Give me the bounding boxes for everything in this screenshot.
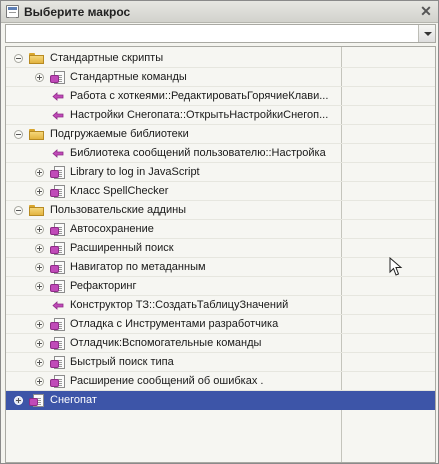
expand-icon[interactable] (35, 377, 44, 386)
tree-item-label: Расширение сообщений об ошибках . (70, 375, 264, 387)
script-command-icon (50, 374, 66, 389)
script-command-icon (50, 336, 66, 351)
tree-item-label: Стандартные скрипты (50, 52, 164, 64)
expand-icon[interactable] (35, 225, 44, 234)
tree-item-row[interactable]: Отладчик:Вспомогательные команды (6, 334, 435, 353)
dialog-icon (6, 5, 19, 18)
tree-item-row[interactable]: Стандартные команды (6, 68, 435, 87)
script-command-icon (50, 165, 66, 180)
tree-item-row[interactable]: Рефакторинг (6, 277, 435, 296)
collapse-icon[interactable] (14, 206, 23, 215)
collapse-icon[interactable] (14, 130, 23, 139)
folder-icon (29, 129, 45, 140)
script-command-icon (50, 317, 66, 332)
tree-item-row[interactable]: Быстрый поиск типа (6, 353, 435, 372)
collapse-icon[interactable] (14, 54, 23, 63)
expand-icon[interactable] (35, 358, 44, 367)
tree-item-row[interactable]: Расширение сообщений об ошибках . (6, 372, 435, 391)
tree-item-label: Расширенный поиск (70, 242, 174, 254)
expand-icon[interactable] (35, 73, 44, 82)
tree-item-label: Настройки Снегопата::ОткрытьНастройкиСне… (70, 109, 329, 121)
tree-item-label: Стандартные команды (70, 71, 187, 83)
tree-item-row[interactable]: Настройки Снегопата::ОткрытьНастройкиСне… (6, 106, 435, 125)
script-command-icon (29, 393, 45, 408)
title-bar[interactable]: Выберите макрос ✕ (1, 1, 438, 23)
expand-icon[interactable] (14, 396, 23, 405)
script-command-icon (50, 279, 66, 294)
dialog-title: Выберите макрос (24, 5, 131, 19)
tree-item-label: Пользовательские аддины (50, 204, 187, 216)
tree-item-row[interactable]: Отладка с Инструментами разработчика (6, 315, 435, 334)
tree-item-label: Library to log in JavaScript (70, 166, 200, 178)
script-command-icon (50, 260, 66, 275)
folder-icon (29, 205, 45, 216)
macro-icon (50, 146, 66, 161)
macro-icon (50, 298, 66, 313)
expand-icon[interactable] (35, 244, 44, 253)
macro-tree[interactable]: Стандартные скрипты Стандартные команды Ра… (5, 46, 436, 463)
expand-icon[interactable] (35, 339, 44, 348)
tree-item-label: Подгружаемые библиотеки (50, 128, 189, 140)
tree-item-label: Класс SpellChecker (70, 185, 169, 197)
tree-item-row[interactable]: Снегопат (6, 391, 435, 410)
tree-item-label: Конструктор ТЗ::СоздатьТаблицуЗначений (70, 299, 289, 311)
tree-item-row[interactable]: Конструктор ТЗ::СоздатьТаблицуЗначений (6, 296, 435, 315)
dropdown-button[interactable] (418, 25, 435, 42)
tree-item-label: Работа с хоткеями::РедактироватьГорячиеК… (70, 90, 329, 102)
expand-icon[interactable] (35, 320, 44, 329)
script-command-icon (50, 184, 66, 199)
tree-item-label: Быстрый поиск типа (70, 356, 174, 368)
tree-group-row[interactable]: Подгружаемые библиотеки (6, 125, 435, 144)
expand-icon[interactable] (35, 187, 44, 196)
tree-group-row[interactable]: Пользовательские аддины (6, 201, 435, 220)
script-command-icon (50, 241, 66, 256)
macro-filter-input[interactable] (6, 25, 418, 42)
expand-icon[interactable] (35, 168, 44, 177)
macro-filter-field[interactable] (5, 24, 436, 43)
expand-icon[interactable] (35, 282, 44, 291)
mouse-cursor-icon (389, 257, 403, 276)
script-command-icon (50, 222, 66, 237)
chevron-down-icon (424, 32, 432, 36)
expand-icon[interactable] (35, 263, 44, 272)
tree-item-row[interactable]: Работа с хоткеями::РедактироватьГорячиеК… (6, 87, 435, 106)
tree-item-row[interactable]: Класс SpellChecker (6, 182, 435, 201)
close-icon[interactable]: ✕ (419, 4, 433, 18)
tree-item-row[interactable]: Автосохранение (6, 220, 435, 239)
tree-item-label: Навигатор по метаданным (70, 261, 206, 273)
macro-icon (50, 108, 66, 123)
tree-item-row[interactable]: Библиотека сообщений пользователю::Настр… (6, 144, 435, 163)
tree-item-row[interactable]: Навигатор по метаданным (6, 258, 435, 277)
script-command-icon (50, 355, 66, 370)
macro-icon (50, 89, 66, 104)
tree-item-label: Автосохранение (70, 223, 154, 235)
tree-item-label: Библиотека сообщений пользователю::Настр… (70, 147, 326, 159)
tree-item-row[interactable]: Library to log in JavaScript (6, 163, 435, 182)
tree-item-label: Снегопат (50, 394, 97, 406)
folder-icon (29, 53, 45, 64)
tree-item-row[interactable]: Расширенный поиск (6, 239, 435, 258)
tree-item-label: Отладка с Инструментами разработчика (70, 318, 279, 330)
tree-group-row[interactable]: Стандартные скрипты (6, 49, 435, 68)
tree-item-label: Отладчик:Вспомогательные команды (70, 337, 262, 349)
macro-dialog: Выберите макрос ✕ Стандартные скрипты Ста… (0, 0, 439, 464)
tree-item-label: Рефакторинг (70, 280, 137, 292)
script-command-icon (50, 70, 66, 85)
